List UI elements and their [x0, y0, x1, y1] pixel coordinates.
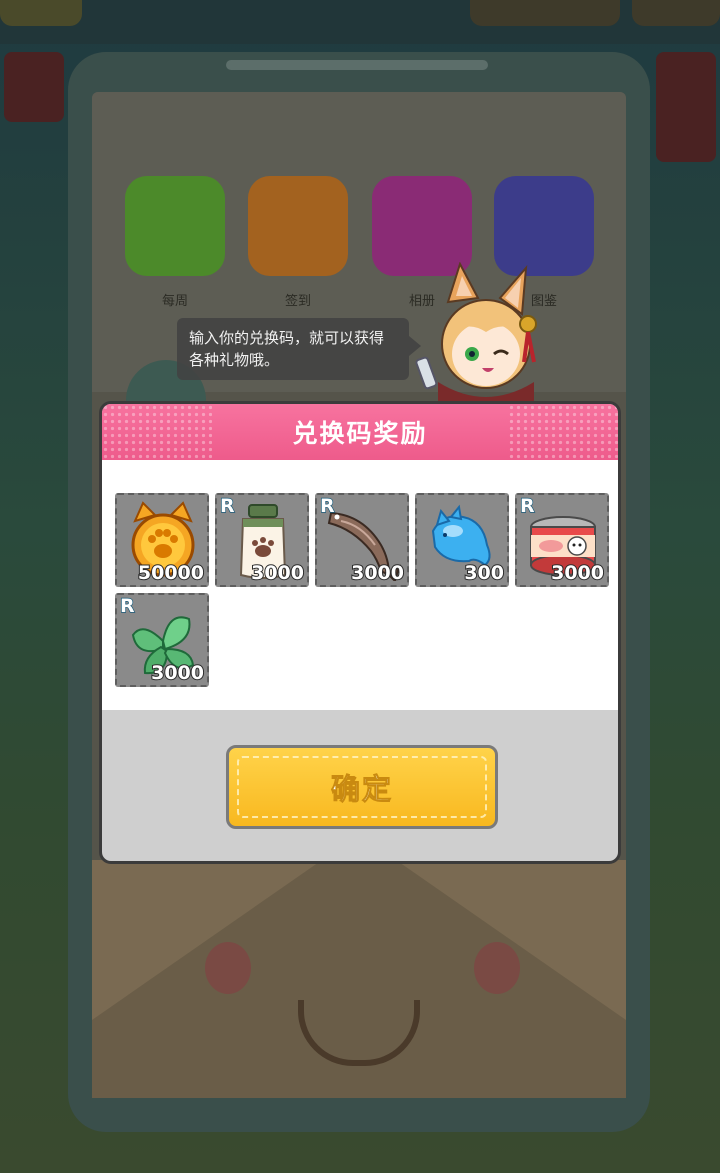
- rarity-badge: R: [219, 494, 235, 517]
- phone-notch: [226, 60, 488, 70]
- cat-blush-right: [474, 942, 520, 994]
- top-left-resource: [0, 0, 82, 26]
- rarity-badge: R: [319, 494, 335, 517]
- reward-item[interactable]: 50000: [115, 493, 209, 587]
- app-icon-signin: [248, 176, 348, 276]
- app-label: 每周: [161, 294, 188, 309]
- reward-quantity: 3000: [150, 661, 205, 685]
- app-icon-weekly: [125, 176, 225, 276]
- reward-quantity: 300: [463, 561, 505, 585]
- confirm-button[interactable]: 确定: [226, 745, 498, 829]
- reward-item[interactable]: R 3000: [315, 493, 409, 587]
- dialog-header: 兑换码奖励: [102, 404, 618, 460]
- reward-panel: 50000 R 3000 R 3000 300 R 3000 R 3000: [102, 460, 618, 710]
- app-icon-catalog: [494, 176, 594, 276]
- confirm-button-label: 确定: [330, 772, 393, 807]
- reward-item[interactable]: 300: [415, 493, 509, 587]
- top-currency-pill: [470, 0, 620, 26]
- left-side-button: [4, 52, 64, 122]
- cat-girl-mascot-icon: [415, 262, 537, 408]
- reward-quantity: 3000: [350, 561, 405, 585]
- top-right-pill: [632, 0, 720, 26]
- dialog-title: 兑换码奖励: [292, 419, 428, 448]
- redeem-reward-dialog: 兑换码奖励 50000 R 3000 R 3000 300 R 3000 R 3…: [99, 401, 621, 864]
- rarity-badge: R: [519, 494, 535, 517]
- reward-item[interactable]: R 3000: [215, 493, 309, 587]
- reward-item[interactable]: R 3000: [515, 493, 609, 587]
- rarity-badge: R: [119, 594, 135, 617]
- reward-quantity: 3000: [550, 561, 605, 585]
- reward-quantity: 50000: [137, 561, 205, 585]
- app-icon-album: [372, 176, 472, 276]
- cat-blush-left: [205, 942, 251, 994]
- right-side-button: [656, 52, 716, 162]
- mascot-speech-bubble: 输入你的兑换码，就可以获得各种礼物哦。: [177, 318, 409, 380]
- reward-item[interactable]: R 3000: [115, 593, 209, 687]
- reward-quantity: 3000: [250, 561, 305, 585]
- app-label: 签到: [284, 294, 311, 309]
